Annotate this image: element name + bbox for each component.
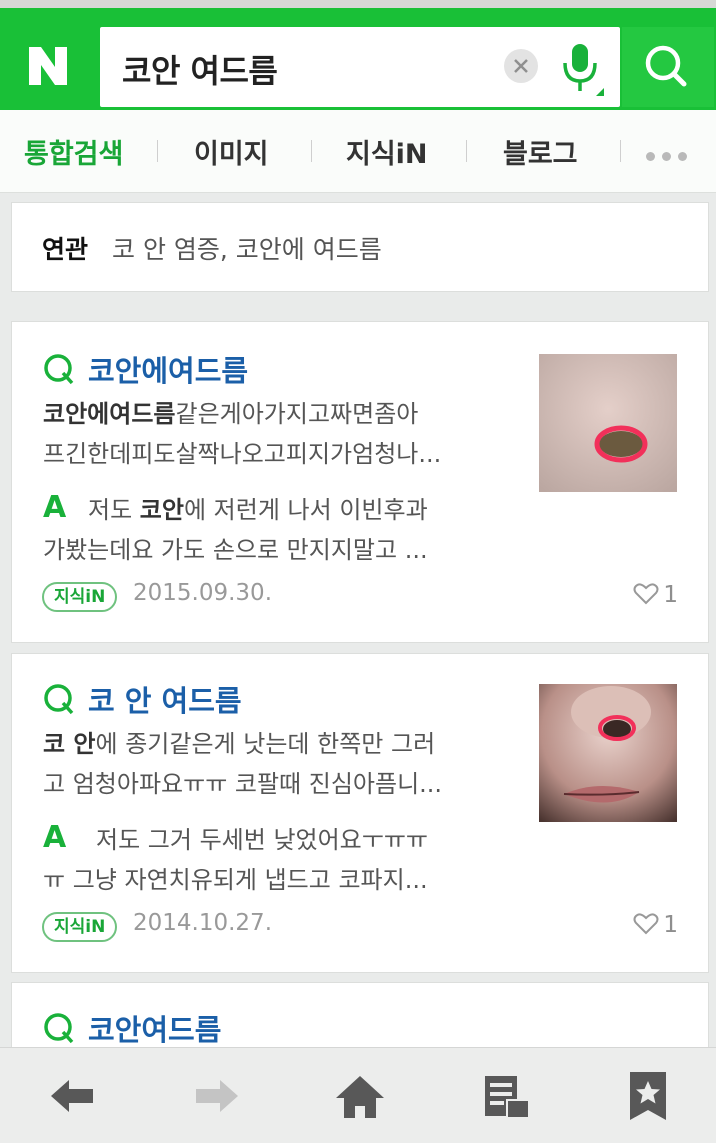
source-badge: 지식iN — [42, 912, 118, 942]
question-highlight: 코 안 — [43, 730, 96, 758]
result-thumbnail[interactable] — [539, 354, 677, 492]
nose-photo-thumbnail — [539, 354, 677, 492]
result-date: 2014.10.27. — [133, 910, 272, 936]
result-title[interactable]: 코안여드름 — [88, 1007, 221, 1049]
search-input[interactable]: 코안 여드름 — [100, 27, 620, 107]
heart-icon — [633, 583, 659, 605]
result-date: 2015.09.30. — [133, 580, 272, 606]
tab-images[interactable]: 이미지 — [194, 132, 269, 171]
answer-icon: A — [43, 820, 67, 855]
related-searches: 연관 코 안 염증, 코안에 여드름 — [11, 202, 709, 292]
face-photo-thumbnail — [539, 684, 677, 822]
search-tabs: 통합검색 이미지 지식iN 블로그 — [0, 110, 716, 193]
bookmark-star-icon[interactable] — [618, 1068, 678, 1124]
home-icon[interactable] — [330, 1068, 390, 1124]
like-button[interactable]: 1 — [633, 582, 678, 608]
back-arrow-icon[interactable] — [43, 1068, 103, 1124]
answer-text: 저도 — [88, 496, 140, 524]
tab-divider — [466, 140, 467, 162]
like-count: 1 — [663, 582, 678, 608]
tab-integrated[interactable]: 통합검색 — [24, 132, 123, 171]
result-answer: 저도 코안에 저런게 나서 이빈후과 — [88, 490, 568, 530]
question-icon — [44, 684, 74, 715]
question-text: 프긴한데피도살짝나오고피지가엄청나... — [43, 440, 442, 468]
like-count: 1 — [663, 912, 678, 938]
answer-text: 저도 그거 두세번 낮었어요ㅜㅠㅠ — [96, 826, 429, 854]
result-question: 코 안에 종기같은게 낫는데 한쪽만 그러 고 엄청아파요ㅠㅠ 코팔때 진심아픔… — [43, 724, 523, 804]
answer-text: ㅠ 그냥 자연치유되게 냅드고 코파지... — [43, 866, 428, 894]
microphone-icon — [563, 44, 604, 96]
more-tabs-button[interactable] — [646, 146, 694, 165]
like-button[interactable]: 1 — [633, 912, 678, 938]
naver-logo[interactable] — [27, 45, 69, 87]
status-strip — [0, 0, 716, 8]
heart-icon — [633, 913, 659, 935]
question-icon — [44, 1013, 74, 1044]
related-label: 연관 — [42, 235, 89, 264]
search-button[interactable] — [622, 27, 714, 107]
browser-toolbar — [0, 1047, 716, 1143]
question-text: 같은게아가지고짜면좀아 — [175, 400, 419, 428]
result-card[interactable]: 코안에여드름 코안에여드름같은게아가지고짜면좀아 프긴한데피도살짝나오고피지가엄… — [11, 321, 709, 643]
answer-text: 에 저런게 나서 이빈후과 — [183, 496, 428, 524]
search-header: 코안 여드름 — [0, 8, 716, 110]
search-icon — [645, 45, 687, 87]
answer-text: 가봤는데요 가도 손으로 만지지말고 ... — [43, 536, 428, 564]
result-thumbnail[interactable] — [539, 684, 677, 822]
forward-arrow-icon[interactable] — [186, 1068, 246, 1124]
result-answer-cont: ㅠ 그냥 자연치유되게 냅드고 코파지... — [43, 860, 523, 900]
tab-blog[interactable]: 블로그 — [503, 132, 578, 171]
tabs-list-icon[interactable] — [475, 1068, 535, 1124]
question-text: 에 종기같은게 낫는데 한쪽만 그러 — [95, 730, 436, 758]
search-query-text: 코안 여드름 — [122, 52, 278, 90]
question-highlight: 코안에여드름 — [43, 400, 176, 428]
close-icon — [514, 59, 528, 73]
result-title[interactable]: 코안에여드름 — [88, 348, 248, 390]
result-title[interactable]: 코 안 여드름 — [88, 678, 242, 720]
result-card[interactable]: 코 안 여드름 코 안에 종기같은게 낫는데 한쪽만 그러 고 엄청아파요ㅠㅠ … — [11, 653, 709, 973]
voice-search-button[interactable] — [556, 41, 606, 101]
tab-divider — [311, 140, 312, 162]
source-badge: 지식iN — [42, 582, 118, 612]
answer-highlight: 코안 — [139, 496, 184, 524]
clear-search-button[interactable] — [504, 49, 538, 83]
tab-divider — [157, 140, 158, 162]
related-keywords[interactable]: 코 안 염증, 코안에 여드름 — [112, 230, 382, 266]
result-answer-cont: 가봤는데요 가도 손으로 만지지말고 ... — [43, 530, 523, 570]
question-icon — [44, 354, 74, 385]
result-answer: 저도 그거 두세번 낮었어요ㅜㅠㅠ — [96, 820, 576, 860]
answer-icon: A — [43, 490, 67, 525]
question-text: 고 엄청아파요ㅠㅠ 코팔때 진심아픔니... — [43, 770, 443, 798]
tab-knowledge-in[interactable]: 지식iN — [346, 132, 428, 171]
tab-divider — [620, 140, 621, 162]
result-question: 코안에여드름같은게아가지고짜면좀아 프긴한데피도살짝나오고피지가엄청나... — [43, 394, 523, 474]
